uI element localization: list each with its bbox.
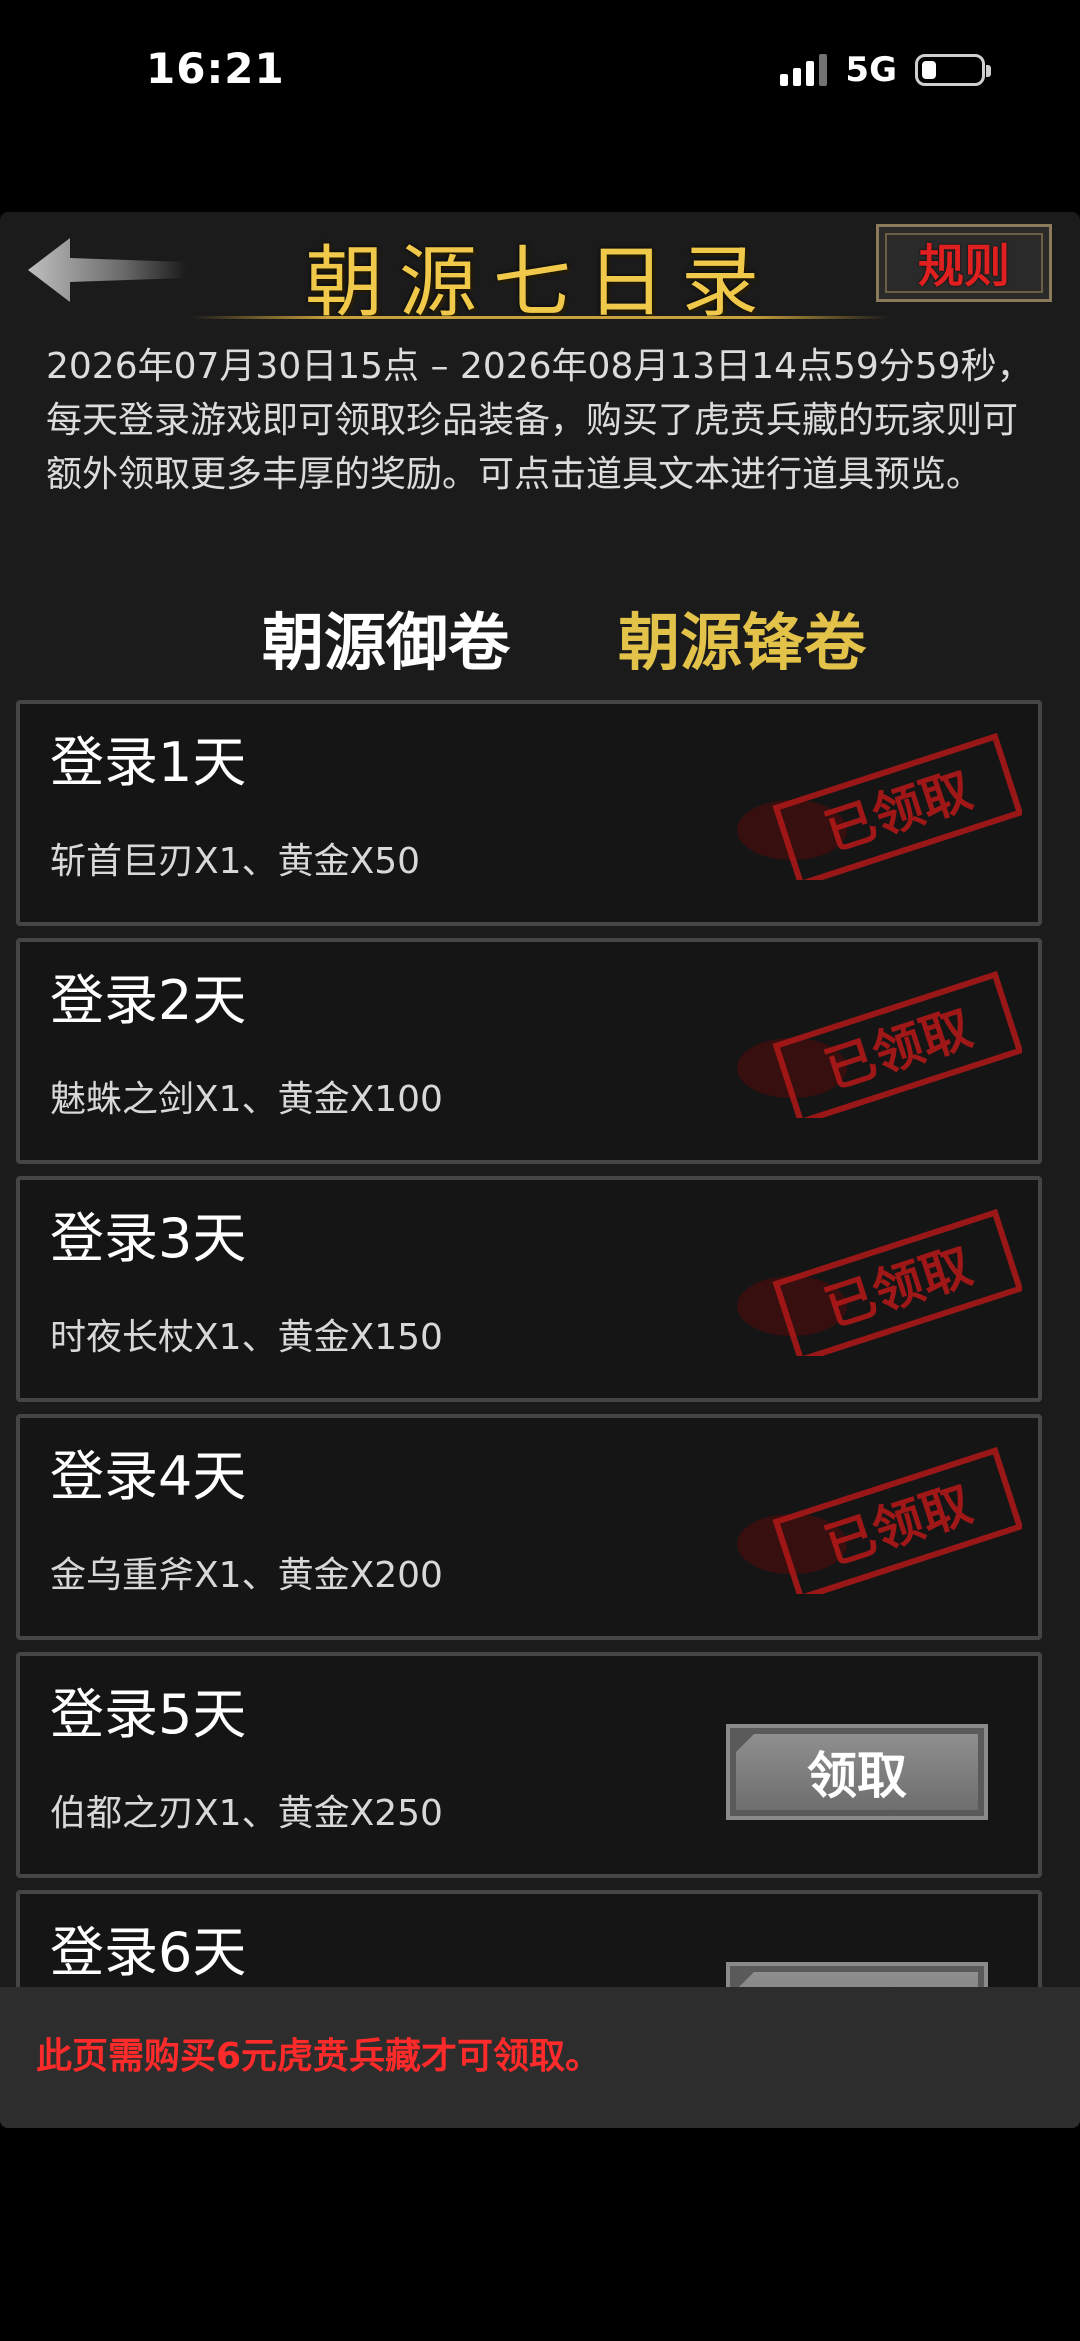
signal-icon (780, 54, 828, 86)
reward-text[interactable]: 斩首巨刃X1、黄金X50 (50, 832, 420, 884)
status-icons: 5G (780, 50, 991, 90)
event-description: 2026年07月30日15点 – 2026年08月13日14点59分59秒，每天… (46, 346, 1033, 495)
reward-list[interactable]: 登录1天 斩首巨刃X1、黄金X50 已领取 登录2天 魅蛛之剑X1、黄金X100… (0, 700, 1080, 2128)
day-title: 登录6天 (50, 1921, 247, 1984)
reward-text[interactable]: 魅蛛之剑X1、黄金X100 (50, 1070, 443, 1122)
svg-text:已领取: 已领取 (818, 1236, 979, 1338)
reward-card-day-2: 登录2天 魅蛛之剑X1、黄金X100 已领取 (16, 938, 1042, 1164)
title-divider (190, 316, 890, 319)
rules-label: 规则 (885, 233, 1043, 293)
footer-bar: 此页需购买6元虎贲兵藏才可领取。 (0, 1987, 1080, 2128)
network-label: 5G (845, 50, 897, 90)
status-time: 16:21 (146, 44, 285, 93)
reward-text[interactable]: 伯都之刃X1、黄金X250 (50, 1784, 443, 1836)
claimed-stamp-icon: 已领取 (737, 970, 1022, 1118)
panel-header: 朝源七日录 规则 (0, 212, 1080, 328)
claimed-stamp-icon: 已领取 (737, 1446, 1022, 1594)
svg-text:已领取: 已领取 (818, 760, 979, 862)
day-title: 登录4天 (50, 1445, 247, 1508)
reward-card-day-4: 登录4天 金乌重斧X1、黄金X200 已领取 (16, 1414, 1042, 1640)
reward-text[interactable]: 时夜长杖X1、黄金X150 (50, 1308, 443, 1360)
reward-card-day-5: 登录5天 伯都之刃X1、黄金X250 领取 (16, 1652, 1042, 1878)
day-title: 登录3天 (50, 1207, 247, 1270)
status-bar: 16:21 5G (0, 0, 1080, 150)
reward-card-day-1: 登录1天 斩首巨刃X1、黄金X50 已领取 (16, 700, 1042, 926)
event-panel: 朝源七日录 规则 2026年07月30日15点 – 2026年08月13日14点… (0, 212, 1080, 2128)
day-title: 登录5天 (50, 1683, 247, 1746)
day-title: 登录2天 (50, 969, 247, 1032)
tab-vanguard-scroll[interactable]: 朝源锋卷 (618, 592, 866, 682)
tab-imperial-scroll[interactable]: 朝源御卷 (262, 592, 510, 682)
day-title: 登录1天 (50, 731, 247, 794)
battery-icon (915, 54, 991, 86)
claimed-stamp-icon: 已领取 (737, 1208, 1022, 1356)
reward-card-day-3: 登录3天 时夜长杖X1、黄金X150 已领取 (16, 1176, 1042, 1402)
reward-text[interactable]: 金乌重斧X1、黄金X200 (50, 1546, 443, 1598)
svg-text:已领取: 已领取 (818, 998, 979, 1100)
claim-button-label: 领取 (736, 1734, 978, 1810)
claimed-stamp-icon: 已领取 (737, 732, 1022, 880)
svg-text:已领取: 已领取 (818, 1474, 979, 1576)
tab-bar: 朝源御卷 朝源锋卷 (0, 592, 1080, 682)
rules-button[interactable]: 规则 (876, 224, 1052, 302)
claim-button[interactable]: 领取 (726, 1724, 988, 1820)
purchase-requirement-note: 此页需购买6元虎贲兵藏才可领取。 (36, 2036, 602, 2077)
